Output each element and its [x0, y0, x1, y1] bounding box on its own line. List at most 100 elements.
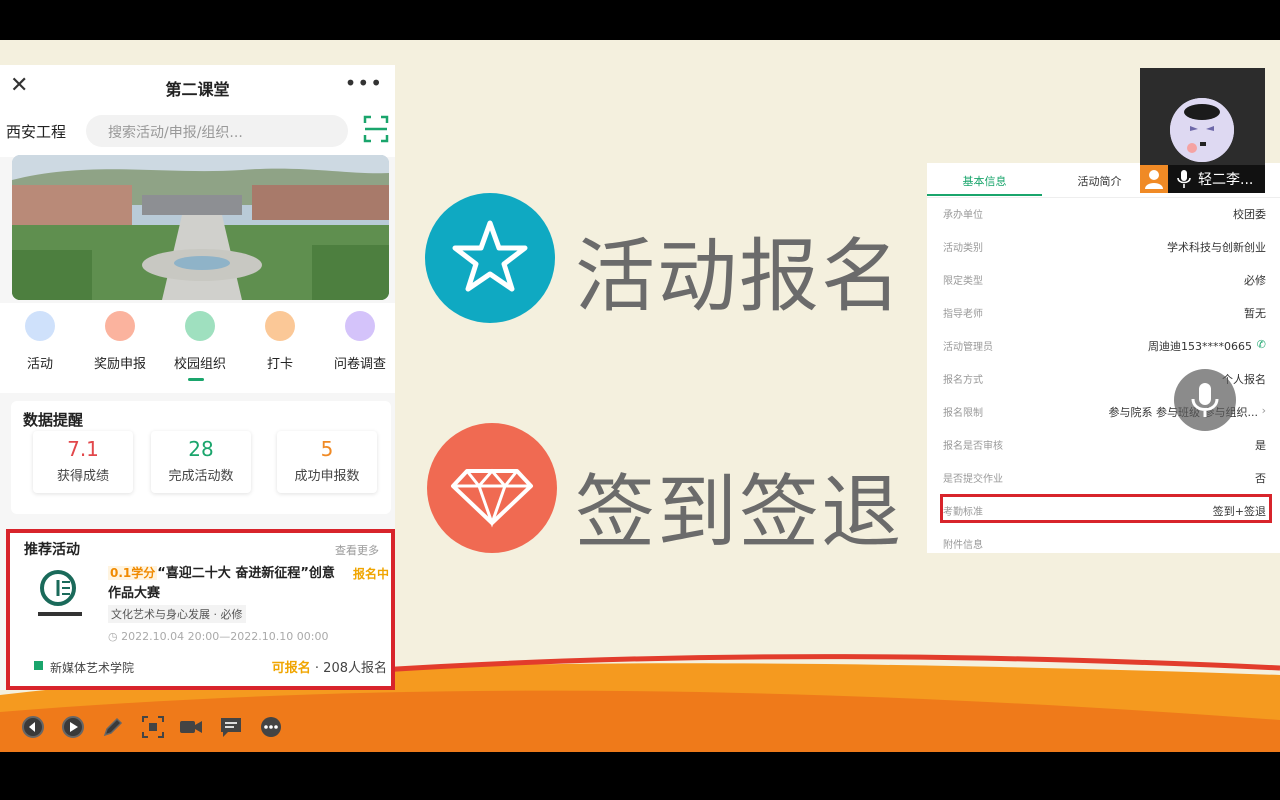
info-value: 必修: [1244, 274, 1266, 287]
nav-item-organization[interactable]: 校园组织: [160, 311, 240, 372]
chevron-right-icon: ›: [1261, 404, 1266, 417]
phone-header: ✕ 第二课堂 •••: [0, 65, 395, 107]
host-icon: [1140, 165, 1168, 193]
info-row: 承办单位 校团委: [927, 197, 1280, 229]
info-value: 否: [1255, 472, 1266, 485]
nav-item-survey[interactable]: 问卷调查: [320, 311, 395, 372]
nav-label: 活动: [26, 357, 53, 372]
feature-checkin: 签到签退: [575, 466, 903, 559]
tab-indicator: [927, 194, 1042, 196]
nav-label: 问卷调查: [333, 357, 386, 372]
mic-icon: [1191, 383, 1219, 417]
activity-availability: 可报名 · 208人报名: [272, 657, 387, 676]
activity-time-text: 2022.10.04 20:00—2022.10.10 00:00: [121, 630, 329, 643]
nav-item-award[interactable]: 奖励申报: [80, 311, 160, 372]
info-key: 承办单位: [943, 210, 983, 221]
medal-icon: [105, 311, 135, 341]
star-icon: [25, 311, 55, 341]
info-key: 报名方式: [943, 375, 983, 386]
slide-area: ✕ 第二课堂 ••• 西安工程 搜索活动/申报/组织... 活动 奖励申报 校园…: [0, 40, 1280, 752]
nav-indicator: [188, 378, 204, 381]
info-value: 学术科技与创新创业: [1167, 241, 1266, 254]
see-more-link[interactable]: 查看更多: [335, 542, 379, 558]
stats-title: 数据提醒: [23, 411, 84, 429]
back-icon[interactable]: [20, 714, 46, 740]
page-title: 第二课堂: [165, 80, 230, 99]
activity-time: ◷ 2022.10.04 20:00—2022.10.10 00:00: [108, 630, 329, 643]
info-value: 校团委: [1233, 208, 1266, 221]
chat-icon[interactable]: [218, 714, 244, 740]
info-key: 报名限制: [943, 408, 983, 419]
nav-label: 打卡: [266, 357, 293, 372]
stat-completed[interactable]: 28 完成活动数: [151, 431, 251, 493]
mic-icon: [1177, 170, 1191, 188]
scan-icon[interactable]: [363, 115, 389, 143]
info-key: 附件信息: [943, 540, 983, 551]
camera-icon[interactable]: [178, 714, 204, 740]
activity-org: 新媒体艺术学院: [50, 661, 135, 675]
participant-video-tile[interactable]: 轻二李...: [1140, 68, 1265, 193]
activity-category: 文化艺术与身心发展 · 必修: [108, 605, 246, 623]
available-label: 可报名: [271, 661, 311, 676]
play-icon[interactable]: [60, 714, 86, 740]
floating-mic-button[interactable]: [1174, 369, 1236, 431]
tile-status-bar: 轻二李...: [1140, 165, 1265, 193]
recommend-title: 推荐活动: [24, 542, 80, 558]
info-row: 活动管理员 周迪迪153****0665 ✆: [927, 329, 1280, 361]
info-row: 活动类别 学术科技与创新创业: [927, 230, 1280, 262]
info-key: 指导老师: [943, 309, 983, 320]
signup-count: · 208人报名: [314, 661, 387, 676]
info-row: 限定类型 必修: [927, 263, 1280, 295]
info-value: 是: [1255, 439, 1266, 452]
search-row: 西安工程 搜索活动/申报/组织...: [0, 107, 395, 157]
phone-screen: ✕ 第二课堂 ••• 西安工程 搜索活动/申报/组织... 活动 奖励申报 校园…: [0, 65, 395, 690]
recommend-card[interactable]: 推荐活动 查看更多 0.1学分 “喜迎二十大 奋进新征程”创意作品大赛 报名中 文…: [6, 529, 395, 690]
activity-name[interactable]: 0.1学分 “喜迎二十大 奋进新征程”创意作品大赛: [108, 563, 338, 604]
pen-icon[interactable]: [100, 714, 126, 740]
screenshot-icon[interactable]: [140, 714, 166, 740]
nav-item-activity[interactable]: 活动: [0, 311, 80, 372]
stats-card: 数据提醒 7.1 获得成绩 28 完成活动数 5 成功申报数: [11, 401, 391, 514]
info-key: 是否提交作业: [943, 474, 1003, 485]
stat-label: 成功申报数: [294, 469, 360, 484]
participant-name: 轻二李...: [1198, 172, 1254, 188]
diamond-icon-glyph: [451, 468, 533, 528]
info-key: 活动管理员: [943, 342, 993, 353]
campus-banner-image[interactable]: [12, 155, 389, 300]
status-badge: 报名中: [352, 567, 389, 581]
star-icon-glyph: [452, 220, 528, 292]
highlight-box: [940, 494, 1272, 523]
stat-label: 完成活动数: [168, 469, 234, 484]
info-key: 活动类别: [943, 243, 983, 254]
people-icon: [185, 311, 215, 341]
info-row: 是否提交作业 否: [927, 461, 1280, 493]
stat-applications[interactable]: 5 成功申报数: [277, 431, 377, 493]
college-logo-icon: [38, 570, 82, 616]
info-key: 报名是否审核: [943, 441, 1003, 452]
diamond-icon: [427, 423, 557, 553]
flag-icon: [34, 661, 43, 670]
phone-icon[interactable]: ✆: [1257, 338, 1266, 351]
more-icon[interactable]: •••: [345, 71, 383, 95]
quick-nav: 活动 奖励申报 校园组织 打卡 问卷调查: [0, 303, 395, 393]
stat-label: 获得成绩: [56, 469, 109, 484]
info-value: 周迪迪153****0665: [1148, 340, 1252, 353]
tab-basic-info[interactable]: 基本信息: [927, 173, 1042, 189]
stat-value: 7.1: [67, 437, 99, 461]
search-input[interactable]: 搜索活动/申报/组织...: [86, 115, 348, 147]
stat-value: 28: [188, 437, 214, 461]
info-value: 暂无: [1244, 307, 1266, 320]
avatar-image: [1170, 98, 1234, 162]
hand-icon: [265, 311, 295, 341]
info-row: 报名是否审核 是: [927, 428, 1280, 460]
star-icon: [425, 193, 555, 323]
nav-item-checkin[interactable]: 打卡: [240, 311, 320, 372]
info-key: 限定类型: [943, 276, 983, 287]
city-selector[interactable]: 西安工程: [6, 121, 66, 142]
avatar: [1170, 98, 1234, 162]
more-icon[interactable]: [258, 714, 284, 740]
stat-score[interactable]: 7.1 获得成绩: [33, 431, 133, 493]
credit-tag: 0.1学分: [108, 566, 158, 580]
search-placeholder: 搜索活动/申报/组织...: [108, 125, 243, 141]
stat-value: 5: [320, 437, 334, 461]
